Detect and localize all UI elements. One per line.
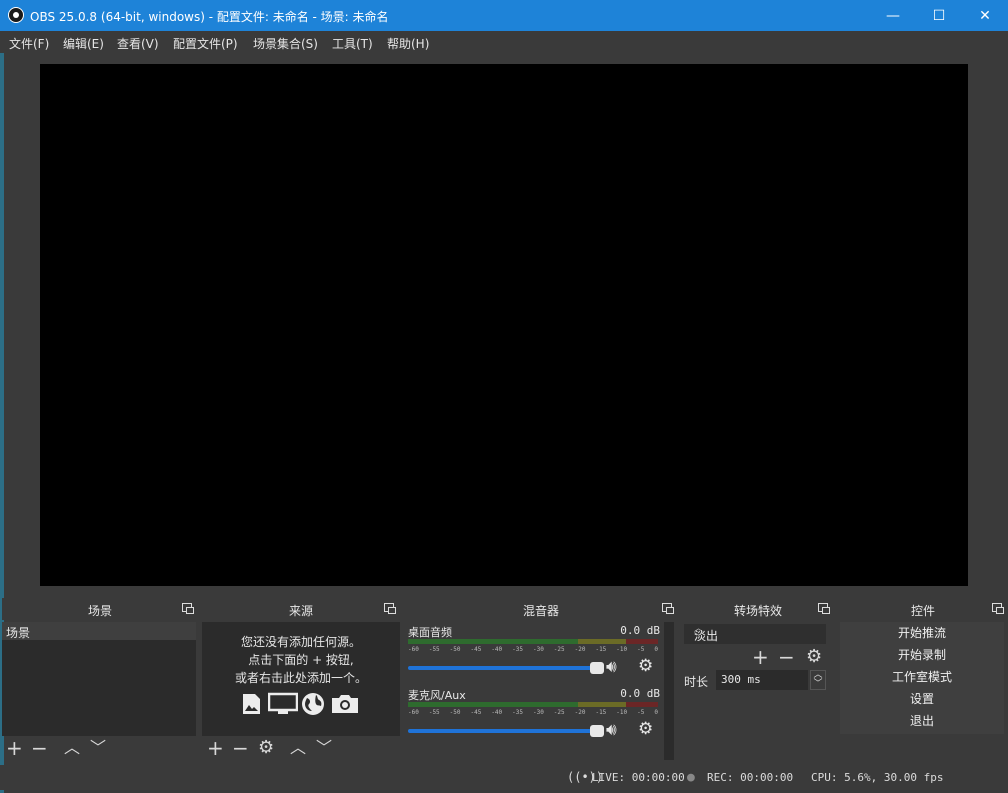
- menu-bar: 文件(F) 编辑(E) 查看(V) 配置文件(P) 场景集合(S) 工具(T) …: [0, 31, 1008, 53]
- meter-scale: -60 -55 -50 -45 -40 -35 -30 -25 -20 -15 -10 -5 0: [408, 646, 658, 653]
- duration-spinner-icon[interactable]: ︿ ﹀: [810, 670, 826, 690]
- undock-icon[interactable]: [384, 603, 396, 614]
- scenes-dock-title: 场景: [87, 604, 112, 618]
- undock-icon[interactable]: [182, 603, 194, 614]
- image-source-icon: [243, 694, 260, 714]
- meter-scale: -60 -55 -50 -45 -40 -35 -30 -25 -20 -15 -10 -5 0: [408, 709, 658, 716]
- volume-slider-handle[interactable]: [590, 662, 604, 674]
- scene-item[interactable]: 场景: [2, 622, 196, 640]
- select-arrows-icon: ︿ ﹀: [694, 624, 704, 643]
- add-transition-button[interactable]: +: [752, 647, 769, 667]
- scenes-list[interactable]: 场景: [2, 622, 196, 736]
- status-bar: ((•)) LIVE: 00:00:00 ● REC: 00:00:00 CPU…: [0, 765, 1008, 790]
- studio-mode-button[interactable]: 工作室模式: [840, 667, 1004, 688]
- remove-source-button[interactable]: −: [232, 738, 249, 758]
- volume-meter: [408, 702, 658, 707]
- duration-value: 300 ms: [721, 673, 761, 686]
- rec-dot-icon: ●: [687, 770, 695, 785]
- transitions-dock-header: 转场特效: [682, 598, 834, 620]
- start-streaming-button[interactable]: 开始推流: [840, 623, 1004, 644]
- duration-label: 时长: [684, 675, 709, 689]
- source-properties-gear-icon[interactable]: ⚙: [258, 738, 274, 758]
- sources-empty-line-2: 点击下面的 + 按钮,: [248, 653, 354, 667]
- display-capture-icon: [268, 692, 298, 714]
- remove-scene-button[interactable]: −: [31, 738, 48, 758]
- transitions-dock-title: 转场特效: [733, 604, 782, 618]
- audio-mixer: 桌面音频 0.0 dB -60 -55 -50 -45 -40 -35 -30 -25 -20-…: [404, 622, 664, 760]
- controls-dock-title: 控件: [910, 604, 935, 618]
- controls-dock-header: 控件: [838, 598, 1008, 620]
- sources-empty-line-1: 您还没有添加任何源。: [240, 635, 361, 649]
- mixer-gear-icon[interactable]: ⚙: [638, 656, 653, 676]
- close-button[interactable]: ✕: [962, 0, 1008, 31]
- exit-button[interactable]: 退出: [840, 711, 1004, 732]
- sources-list[interactable]: 您还没有添加任何源。 点击下面的 + 按钮, 或者右击此处添加一个。: [202, 622, 400, 736]
- title-bar: OBS 25.0.8 (64-bit, windows) - 配置文件: 未命名…: [0, 0, 1008, 31]
- volume-slider[interactable]: [408, 725, 604, 737]
- menu-tools[interactable]: 工具(T): [332, 35, 373, 52]
- obs-logo-icon: [8, 7, 24, 23]
- menu-view[interactable]: 查看(V): [117, 35, 159, 52]
- menu-profile[interactable]: 配置文件(P): [173, 35, 238, 52]
- settings-button[interactable]: 设置: [840, 689, 1004, 710]
- rec-time: REC: 00:00:00: [707, 771, 794, 784]
- mixer-dock-title: 混音器: [522, 604, 559, 618]
- cpu-fps: CPU: 5.6%, 30.00 fps: [811, 771, 944, 784]
- menu-scene-collection[interactable]: 场景集合(S): [253, 35, 318, 52]
- start-recording-button[interactable]: 开始录制: [840, 645, 1004, 666]
- scenes-dock-header: 场景: [2, 598, 198, 620]
- volume-meter: [408, 639, 658, 644]
- sources-dock-title: 来源: [288, 604, 313, 618]
- controls-panel: 开始推流 开始录制 工作室模式 设置 退出: [840, 622, 1004, 734]
- browser-source-icon: [302, 693, 324, 715]
- undock-icon[interactable]: [818, 603, 830, 614]
- volume-slider-handle[interactable]: [590, 725, 604, 737]
- window-title: OBS 25.0.8 (64-bit, windows) - 配置文件: 未命名…: [30, 10, 389, 24]
- maximize-button[interactable]: ☐: [916, 0, 962, 31]
- move-source-up-button[interactable]: ︿: [290, 738, 306, 758]
- menu-help[interactable]: 帮助(H): [387, 35, 429, 52]
- transition-properties-gear-icon[interactable]: ⚙: [806, 647, 822, 667]
- minimize-button[interactable]: —: [870, 0, 916, 31]
- menu-file[interactable]: 文件(F): [9, 35, 49, 52]
- speaker-icon[interactable]: 🔊︎: [606, 657, 617, 677]
- scene-item-label: 场景: [6, 626, 31, 640]
- mixer-gear-icon[interactable]: ⚙: [638, 719, 653, 739]
- volume-slider[interactable]: [408, 662, 604, 674]
- mixer-channel-name: 麦克风/Aux: [408, 689, 466, 702]
- sources-empty-line-3: 或者右击此处添加一个。: [234, 671, 367, 685]
- preview-canvas[interactable]: [40, 64, 968, 586]
- menu-edit[interactable]: 编辑(E): [63, 35, 104, 52]
- mixer-channel-name: 桌面音频: [408, 626, 452, 639]
- mixer-scrollbar[interactable]: [664, 622, 674, 760]
- undock-icon[interactable]: [662, 603, 674, 614]
- duration-field[interactable]: 300 ms: [716, 670, 808, 690]
- mixer-dock-header: 混音器: [404, 598, 678, 620]
- undock-icon[interactable]: [992, 603, 1004, 614]
- transition-select[interactable]: 淡出 ︿ ﹀: [684, 624, 826, 644]
- speaker-icon[interactable]: 🔊︎: [606, 720, 617, 740]
- add-source-button[interactable]: +: [207, 738, 224, 758]
- mixer-channel-db: 0.0 dB: [620, 624, 660, 637]
- move-source-down-button[interactable]: ﹀: [316, 738, 332, 758]
- move-scene-down-button[interactable]: ﹀: [90, 738, 106, 758]
- add-scene-button[interactable]: +: [6, 738, 23, 758]
- live-time: LIVE: 00:00:00: [592, 771, 685, 784]
- mixer-channel-db: 0.0 dB: [620, 687, 660, 700]
- video-capture-icon: [332, 695, 358, 713]
- sources-dock-header: 来源: [202, 598, 400, 620]
- remove-transition-button[interactable]: −: [778, 647, 795, 667]
- move-scene-up-button[interactable]: ︿: [64, 738, 80, 758]
